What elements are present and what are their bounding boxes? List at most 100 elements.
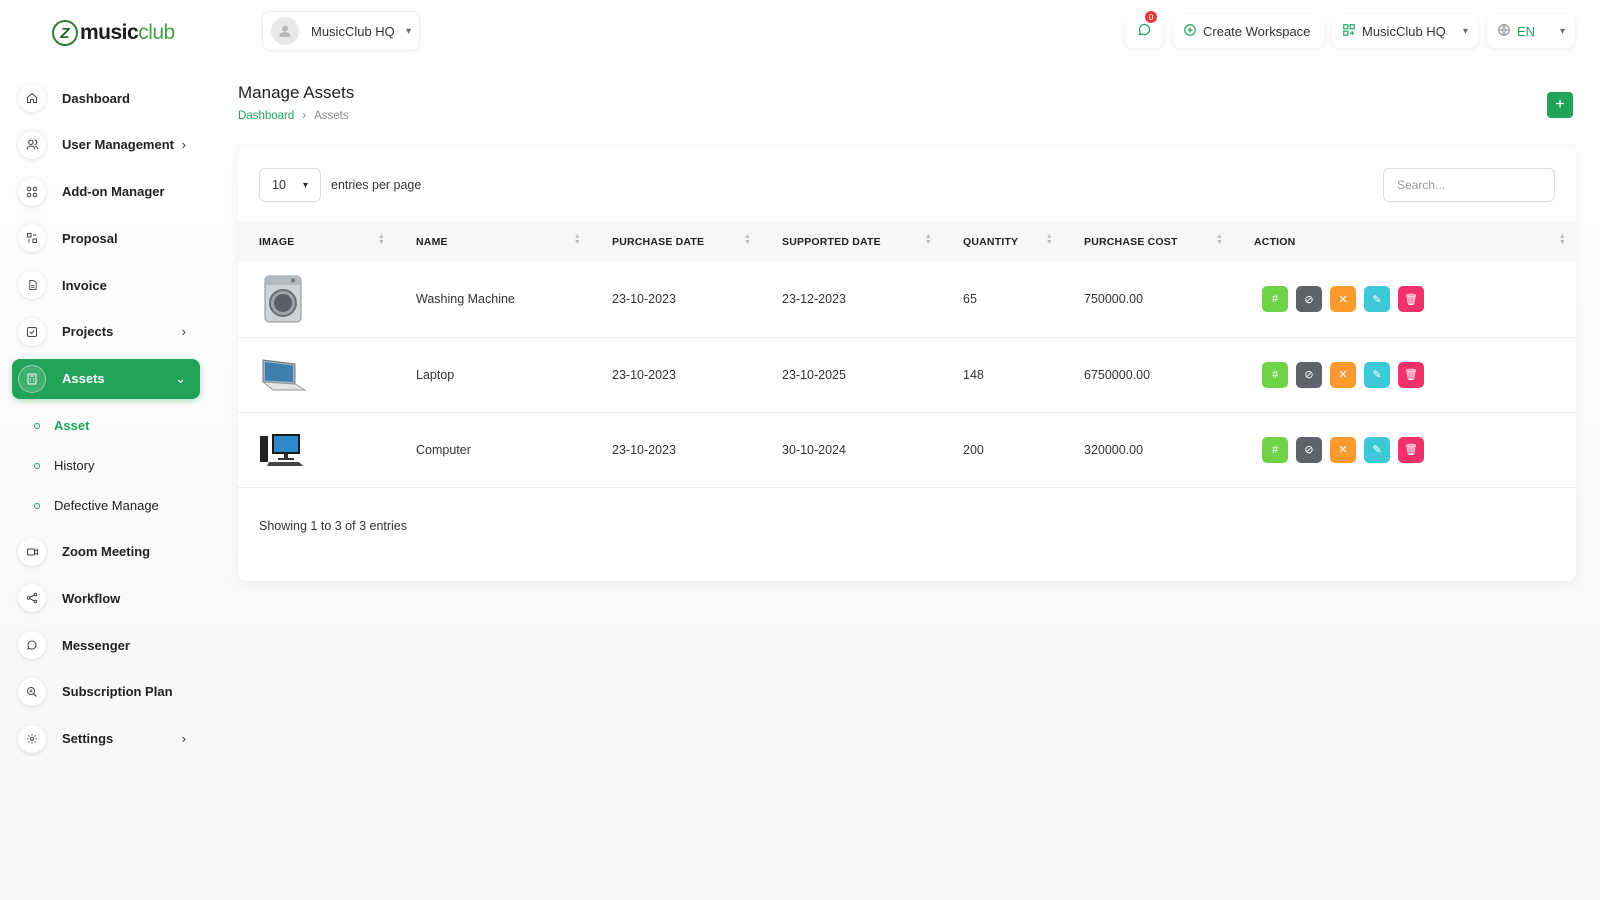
workspace-select[interactable]: MusicClub HQ ▾ [262, 11, 420, 51]
computer-image[interactable] [259, 426, 307, 474]
delete-button[interactable]: 🗑 [1398, 436, 1424, 463]
brand-logo[interactable]: Z musicclub [52, 20, 175, 46]
language-label: EN [1517, 23, 1536, 39]
sidebar-subitem-asset[interactable]: Asset [12, 406, 200, 446]
sidebar-item-dashboard[interactable]: Dashboard [12, 78, 200, 118]
defective-button[interactable]: ⊘ [1296, 286, 1322, 313]
pencil-icon: ✎ [1372, 444, 1382, 456]
delete-button[interactable]: 🗑 [1398, 361, 1424, 388]
users-icon [18, 130, 46, 159]
sidebar: Z musicclub Dashboard User Management › … [0, 0, 212, 900]
assets-card: 10 ▾ entries per page IMAGE ▲▼ NAME ▲▼ PUR… [238, 147, 1576, 581]
quantity-cell: 148 [963, 367, 984, 382]
chevron-right-icon: › [181, 137, 186, 153]
distribute-button[interactable]: ✕ [1330, 286, 1356, 313]
workspace-switch-dropdown[interactable]: MusicClub HQ ▾ [1332, 14, 1478, 48]
per-page-select[interactable]: 10 ▾ [259, 168, 321, 202]
workspace-switch-label: MusicClub HQ [1362, 23, 1446, 39]
delete-button[interactable]: 🗑 [1398, 286, 1424, 313]
column-header-quantity[interactable]: QUANTITY ▲ ▼ [942, 221, 1063, 262]
column-header-name[interactable]: NAME ▲ ▼ [395, 221, 591, 262]
sidebar-item-label: Zoom Meeting [62, 544, 151, 560]
sidebar-subitem-label: History [54, 458, 95, 474]
expand-icon: ✕ [1338, 444, 1348, 456]
hash-icon: # [1271, 443, 1279, 456]
hash-button[interactable]: # [1262, 436, 1288, 463]
bullet-icon [34, 462, 40, 469]
chevron-down-icon: ▾ [1462, 25, 1468, 37]
column-header-label: QUANTITY [963, 235, 1019, 248]
add-asset-button[interactable]: + [1547, 92, 1573, 118]
distribute-button[interactable]: ✕ [1330, 361, 1356, 388]
breadcrumb-home-link[interactable]: Dashboard [238, 110, 294, 122]
pencil-icon: ✎ [1372, 293, 1382, 306]
quantity-cell: 200 [963, 442, 984, 457]
sidebar-item-label: Add-on Manager [62, 184, 165, 200]
create-workspace-button[interactable]: Create Workspace [1173, 14, 1324, 48]
plus-icon: + [1555, 96, 1565, 113]
column-header-label: ACTION [1254, 235, 1296, 248]
per-page-value: 10 [272, 178, 286, 192]
sidebar-item-workflow[interactable]: Workflow [12, 578, 200, 618]
hash-button[interactable]: # [1262, 286, 1288, 313]
table-row: Laptop 23-10-2023 23-10-2025 148 6750000… [238, 337, 1576, 412]
slash-icon: ⊘ [1304, 293, 1314, 306]
column-header-label: NAME [416, 235, 448, 248]
sidebar-item-label: Assets [62, 371, 105, 387]
hash-button[interactable]: # [1262, 361, 1288, 388]
defective-button[interactable]: ⊘ [1296, 361, 1322, 388]
sort-icon: ▲ ▼ [1215, 233, 1223, 246]
sidebar-item-projects[interactable]: Projects › [12, 312, 200, 352]
column-header-label: PURCHASE DATE [612, 235, 705, 248]
per-page-label: entries per page [331, 178, 422, 192]
sidebar-item-proposal[interactable]: Proposal [12, 218, 200, 258]
column-header-purchase-date[interactable]: PURCHASE DATE ▲ ▼ [591, 221, 761, 262]
sidebar-item-settings[interactable]: Settings › [12, 719, 200, 759]
sidebar-item-messenger[interactable]: Messenger [12, 625, 200, 665]
sidebar-subitem-label: Asset [54, 418, 90, 434]
calculator-icon [18, 364, 46, 393]
column-header-purchase-cost[interactable]: PURCHASE COST ▲ ▼ [1063, 221, 1233, 262]
sidebar-item-label: Messenger [62, 637, 130, 653]
sort-icon: ▲ ▼ [1558, 233, 1566, 246]
sidebar-item-zoom-meeting[interactable]: Zoom Meeting [12, 532, 200, 572]
quantity-cell: 65 [963, 292, 977, 307]
language-dropdown[interactable]: EN ▾ [1487, 14, 1575, 48]
supported-date-cell: 23-10-2025 [782, 367, 846, 382]
sidebar-item-invoice[interactable]: Invoice [12, 265, 200, 305]
notifications-button[interactable]: 0 [1125, 11, 1163, 48]
home-icon [18, 84, 46, 112]
column-header-label: IMAGE [259, 235, 295, 248]
sidebar-item-subscription-plan[interactable]: Subscription Plan [12, 672, 200, 712]
sidebar-item-user-management[interactable]: User Management › [12, 125, 200, 165]
sort-icon: ▲ ▼ [573, 233, 581, 246]
washing-machine-image[interactable] [259, 275, 307, 323]
pencil-icon: ✎ [1372, 369, 1382, 381]
plus-circle-icon [1183, 23, 1197, 40]
notification-badge: 0 [1145, 11, 1157, 23]
share-icon [18, 584, 46, 613]
sidebar-subitem-history[interactable]: History [12, 446, 200, 486]
distribute-button[interactable]: ✕ [1330, 436, 1356, 463]
expand-icon: ✕ [1338, 369, 1348, 381]
sidebar-nav: Dashboard User Management › Add-on Manag… [12, 78, 200, 766]
laptop-image[interactable] [259, 351, 307, 399]
column-header-action[interactable]: ACTION ▲ ▼ [1233, 221, 1576, 262]
sidebar-item-label: Invoice [62, 277, 107, 293]
assets-subnav: Asset History Defective Manage [12, 406, 200, 526]
column-header-image[interactable]: IMAGE ▲ ▼ [238, 221, 395, 262]
breadcrumb-separator-icon: › [302, 110, 307, 122]
edit-button[interactable]: ✎ [1364, 286, 1390, 313]
purchase-date-cell: 23-10-2023 [612, 292, 676, 307]
defective-button[interactable]: ⊘ [1296, 436, 1322, 463]
search-input[interactable] [1383, 168, 1555, 202]
sidebar-item-assets[interactable]: Assets ⌄ [12, 358, 200, 399]
sidebar-subitem-defective-manage[interactable]: Defective Manage [12, 486, 200, 526]
chevron-down-icon: ▾ [1559, 25, 1565, 37]
column-header-supported-date[interactable]: SUPPORTED DATE ▲ ▼ [761, 221, 942, 262]
bullet-icon [34, 502, 40, 509]
sidebar-item-addon-manager[interactable]: Add-on Manager [12, 172, 200, 212]
edit-button[interactable]: ✎ [1364, 436, 1390, 463]
action-cell: # ⊘ ✕ ✎ 🗑 [1233, 337, 1576, 412]
edit-button[interactable]: ✎ [1364, 361, 1390, 388]
